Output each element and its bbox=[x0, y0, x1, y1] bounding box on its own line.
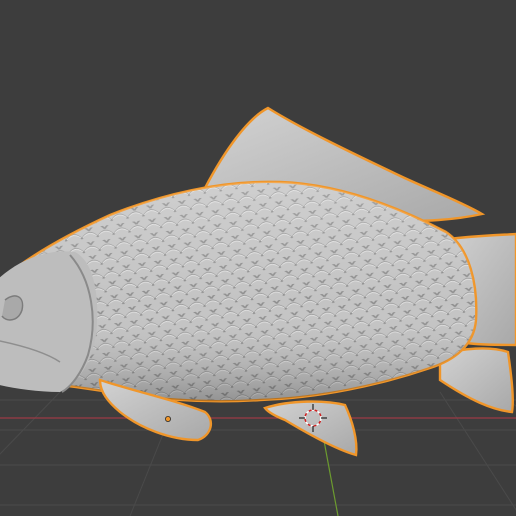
viewport-canvas[interactable] bbox=[0, 0, 516, 516]
3d-viewport[interactable] bbox=[0, 0, 516, 516]
fish-mesh-icon[interactable] bbox=[0, 106, 516, 457]
object-origin-icon[interactable] bbox=[164, 415, 171, 422]
floor-grid bbox=[0, 391, 516, 516]
